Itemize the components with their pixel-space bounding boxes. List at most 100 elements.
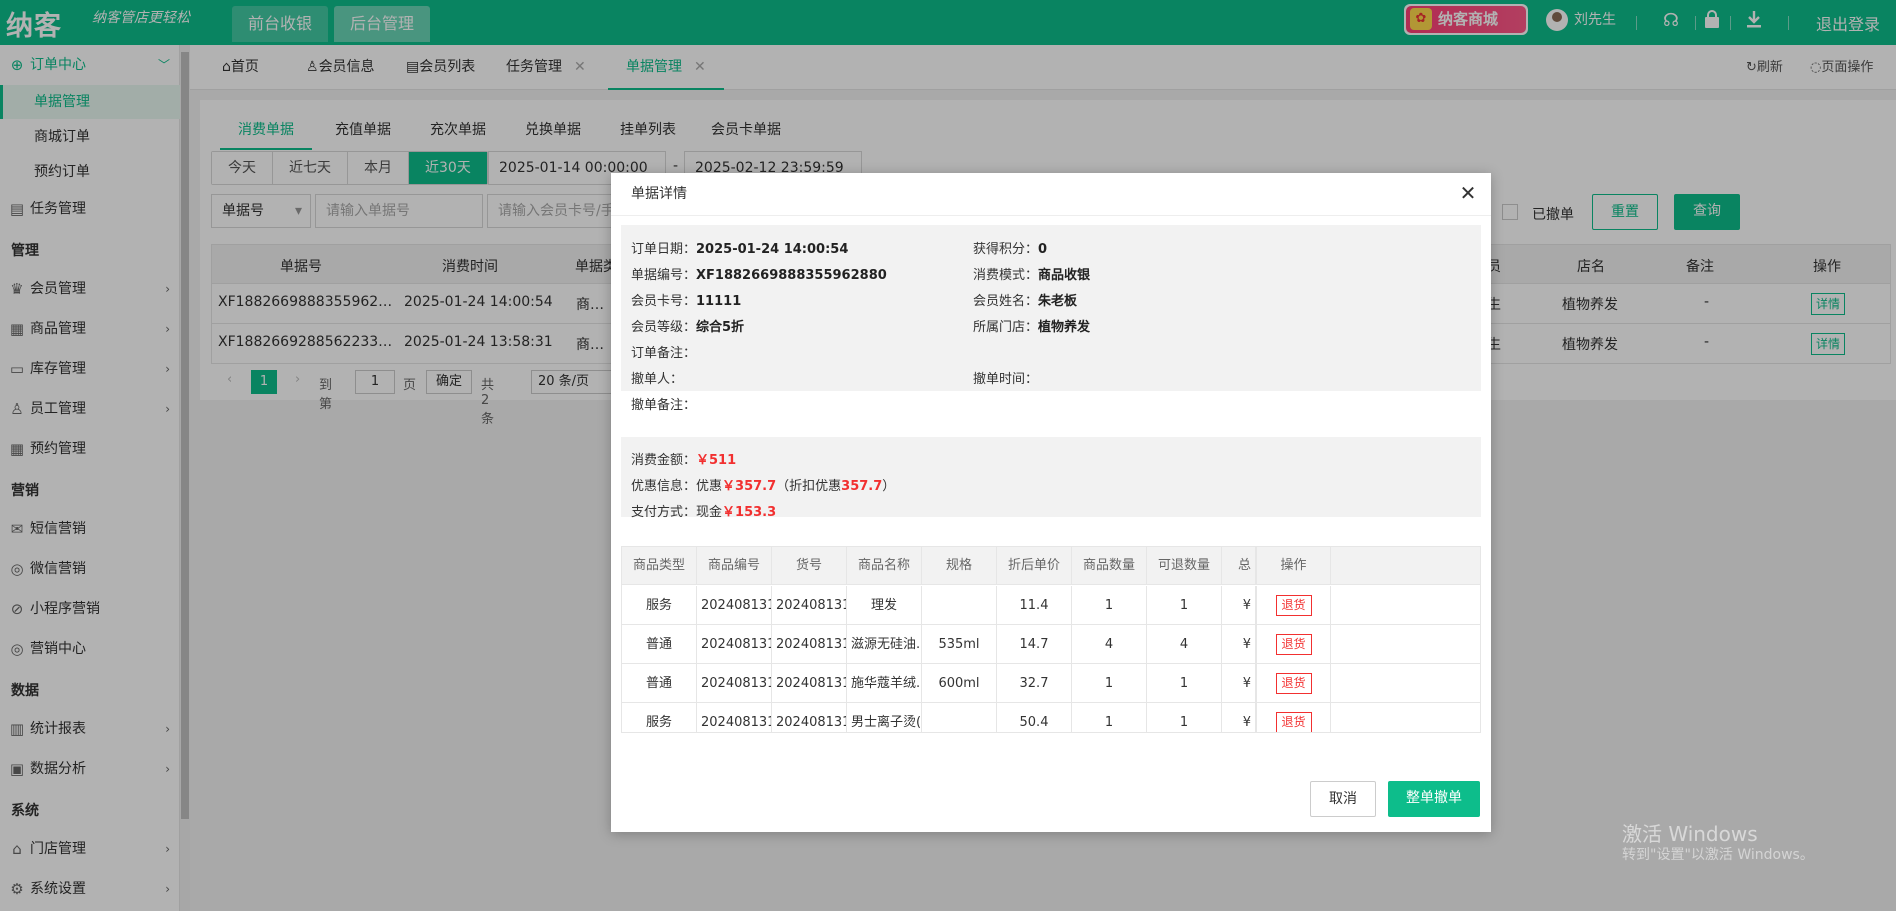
cell-price: 11.4	[997, 586, 1072, 624]
cell-qty: 4	[1072, 625, 1147, 663]
cell-refundable: 1	[1147, 664, 1222, 702]
label: 订单日期：	[631, 242, 697, 257]
label: 获得积分：	[973, 242, 1039, 257]
refund-button[interactable]: 退货	[1275, 634, 1312, 655]
label: 消费金额：	[631, 453, 697, 468]
label: 所属门店：	[973, 320, 1039, 335]
card-row: 会员卡号：11111	[631, 290, 741, 309]
pay-value: ￥153.3	[722, 505, 777, 520]
cell-op: 退货	[1256, 664, 1331, 702]
close-icon[interactable]: ✕	[1457, 181, 1479, 205]
label: 会员卡号：	[631, 294, 697, 309]
order-date-row: 订单日期：2025-01-24 14:00:54	[631, 238, 848, 257]
discount-detail-prefix: （折扣优惠	[776, 479, 842, 494]
cell-name: 滋源无硅油...	[847, 625, 922, 663]
revoke-remark-row: 撤单备注：	[631, 394, 696, 413]
label: 支付方式：	[631, 505, 697, 520]
goods-table: 商品类型 商品编号 货号 商品名称 规格 折后单价 商品数量 可退数量 总 操作…	[621, 546, 1481, 733]
label: 订单备注：	[631, 346, 697, 361]
mode-value: 商品收银	[1038, 268, 1091, 283]
col-spec: 规格	[922, 547, 997, 584]
cell-code: 202408131...	[697, 625, 772, 663]
cell-spec: 600ml	[922, 664, 997, 702]
cell-spec: 535ml	[922, 625, 997, 663]
cell-refundable: 1	[1147, 586, 1222, 624]
cell-op: 退货	[1256, 703, 1331, 732]
discount-detail-value: 357.7	[841, 479, 883, 494]
remark-row: 订单备注：	[631, 342, 696, 361]
col-price: 折后单价	[997, 547, 1072, 584]
cell-type: 普通	[622, 625, 697, 663]
refund-button[interactable]: 退货	[1275, 673, 1312, 694]
discount-detail-suffix: ）	[882, 479, 896, 494]
amount-row: 消费金额：￥511	[631, 449, 736, 468]
label: 会员姓名：	[973, 294, 1039, 309]
cell-code: 202408131...	[697, 703, 772, 732]
cell-code: 202408131...	[697, 664, 772, 702]
cell-qty: 1	[1072, 586, 1147, 624]
label: 优惠信息：	[631, 479, 697, 494]
label: 撤单人：	[631, 372, 684, 387]
cell-total: ¥	[1222, 703, 1256, 732]
discount-row: 优惠信息：优惠￥357.7（折扣优惠357.7）	[631, 475, 895, 494]
col-op: 操作	[1256, 547, 1331, 584]
label: 会员等级：	[631, 320, 697, 335]
cell-name: 理发	[847, 586, 922, 624]
goods-row: 服务202408131...202408131...理发11.411¥退货	[622, 586, 1480, 625]
order-info-box: 订单日期：2025-01-24 14:00:54 获得积分：0 单据编号：XF1…	[621, 225, 1481, 413]
col-goods-name: 商品名称	[847, 547, 922, 584]
revoke-time-row: 撤单时间：	[973, 368, 1038, 387]
refund-button[interactable]: 退货	[1275, 595, 1312, 616]
activation-watermark-title: 激活 Windows	[1622, 822, 1758, 846]
cell-sku: 202408131...	[772, 625, 847, 663]
revoke-all-button[interactable]: 整单撤单	[1388, 781, 1480, 817]
cell-total: ¥	[1222, 664, 1256, 702]
label: 撤单时间：	[973, 372, 1039, 387]
cell-type: 普通	[622, 664, 697, 702]
cell-type: 服务	[622, 586, 697, 624]
cell-refundable: 1	[1147, 703, 1222, 732]
activation-watermark-hint: 转到"设置"以激活 Windows。	[1622, 847, 1814, 863]
label: 单据编号：	[631, 268, 697, 283]
cell-type: 服务	[622, 703, 697, 732]
cell-sku: 202408131...	[772, 703, 847, 732]
pay-method: 现金	[696, 505, 723, 520]
bill-detail-modal: 单据详情 ✕ 订单日期：2025-01-24 14:00:54 获得积分：0 单…	[611, 173, 1491, 832]
modal-title: 单据详情	[631, 186, 687, 202]
goods-row: 服务202408131...202408131...男士离子烫(...50.41…	[622, 703, 1480, 732]
points-row: 获得积分：0	[973, 238, 1047, 257]
name-row: 会员姓名：朱老板	[973, 290, 1077, 309]
cell-sku: 202408131...	[772, 664, 847, 702]
col-qty: 商品数量	[1072, 547, 1147, 584]
refund-button[interactable]: 退货	[1275, 712, 1312, 732]
cell-price: 14.7	[997, 625, 1072, 663]
cell-name: 男士离子烫(...	[847, 703, 922, 732]
label: 消费模式：	[973, 268, 1039, 283]
cell-qty: 1	[1072, 664, 1147, 702]
cell-sku: 202408131...	[772, 586, 847, 624]
order-no-row: 单据编号：XF1882669888355962880	[631, 264, 887, 283]
discount-prefix: 优惠	[696, 479, 723, 494]
pay-method-row: 支付方式：现金￥153.3	[631, 501, 776, 520]
goods-row: 普通202408131...202408131...滋源无硅油...535ml1…	[622, 625, 1480, 664]
label: 撤单备注：	[631, 398, 697, 413]
discount-value: ￥357.7	[722, 479, 777, 494]
col-sku: 货号	[772, 547, 847, 584]
cancel-button[interactable]: 取消	[1310, 781, 1376, 817]
mode-row: 消费模式：商品收银	[973, 264, 1090, 283]
level-row: 会员等级：综合5折	[631, 316, 744, 335]
member-name-value: 朱老板	[1038, 294, 1078, 309]
cell-op: 退货	[1256, 625, 1331, 663]
cell-price: 32.7	[997, 664, 1072, 702]
store-row: 所属门店：植物养发	[973, 316, 1090, 335]
order-date-value: 2025-01-24 14:00:54	[696, 242, 849, 257]
level-value: 综合5折	[696, 320, 745, 335]
col-total: 总	[1222, 547, 1256, 584]
cell-total: ¥	[1222, 586, 1256, 624]
col-refundable: 可退数量	[1147, 547, 1222, 584]
cell-code: 202408131...	[697, 586, 772, 624]
amount-value: ￥511	[696, 453, 737, 468]
cell-price: 50.4	[997, 703, 1072, 732]
col-goods-code: 商品编号	[697, 547, 772, 584]
store-value: 植物养发	[1038, 320, 1091, 335]
